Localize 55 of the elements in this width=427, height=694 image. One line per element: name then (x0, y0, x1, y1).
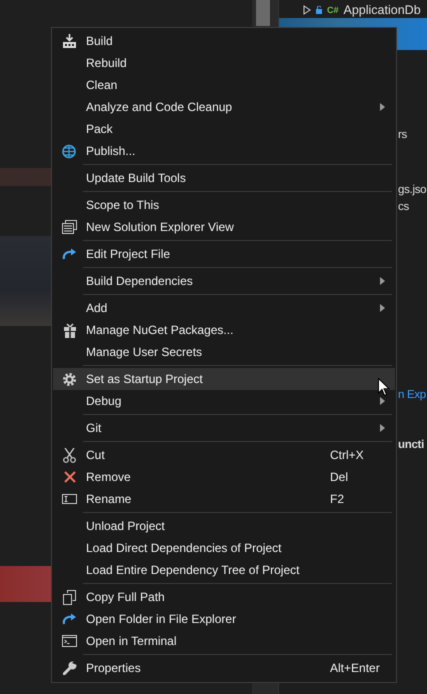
shortcut-text: Ctrl+X (330, 448, 364, 462)
terminal-icon (62, 635, 77, 647)
close-icon (64, 471, 76, 483)
menu-item[interactable]: Open Folder in File Explorer (53, 608, 395, 630)
menu-item[interactable]: Add (53, 297, 395, 319)
shortcut-text: F2 (330, 492, 344, 506)
menu-item[interactable]: Build Dependencies (53, 270, 395, 292)
menu-item[interactable]: Copy Full Path (53, 586, 395, 608)
menu-item[interactable]: Load Direct Dependencies of Project (53, 537, 395, 559)
section-heading: uncti (398, 438, 424, 453)
menu-item[interactable]: Edit Project File (53, 243, 395, 265)
window-list-icon (62, 220, 77, 234)
panel-text: gs.jso (398, 183, 426, 198)
expand-arrow-icon[interactable] (303, 4, 311, 14)
link-text[interactable]: n Exp (398, 388, 426, 403)
tree-row[interactable]: C# ApplicationDb (279, 0, 427, 18)
copy-icon (63, 590, 76, 604)
menu-item[interactable]: Properties Alt+Enter (53, 657, 395, 679)
shortcut-text: Alt+Enter (330, 661, 380, 675)
tree-item-label: ApplicationDb (344, 2, 421, 16)
mouse-pointer-icon (378, 378, 390, 397)
menu-item[interactable]: Rebuild (53, 52, 395, 74)
csharp-file-icon: C# (327, 4, 339, 14)
menu-item[interactable]: Manage User Secrets (53, 341, 395, 363)
panel-text: rs (398, 128, 407, 143)
globe-icon (62, 144, 77, 158)
menu-item[interactable]: Load Entire Dependency Tree of Project (53, 559, 395, 581)
menu-item[interactable]: Publish... (53, 140, 395, 162)
menu-item[interactable]: Scope to This (53, 194, 395, 216)
menu-item[interactable]: Git (53, 417, 395, 439)
menu-item[interactable]: Remove Del (53, 466, 395, 488)
menu-item[interactable]: Set as Startup Project (53, 368, 395, 390)
menu-item[interactable]: Build (53, 30, 395, 52)
menu-item[interactable]: Cut Ctrl+X (53, 444, 395, 466)
menu-item[interactable]: Clean (53, 74, 395, 96)
rename-icon (62, 494, 77, 504)
settings-icon (62, 372, 77, 386)
lock-icon (316, 6, 322, 14)
curved-arrow-icon (62, 613, 77, 625)
menu-item[interactable]: Rename F2 (53, 488, 395, 510)
menu-item[interactable]: Debug (53, 390, 395, 412)
menu-item[interactable]: Unload Project (53, 515, 395, 537)
build-icon (62, 34, 77, 48)
panel-text: cs (398, 200, 409, 215)
gift-icon (64, 322, 76, 338)
menu-item[interactable]: Pack (53, 118, 395, 140)
scissors-icon (63, 448, 76, 462)
menu-item[interactable]: Update Build Tools (53, 167, 395, 189)
menu-item[interactable]: Analyze and Code Cleanup (53, 96, 395, 118)
menu-item[interactable]: New Solution Explorer View (53, 216, 395, 238)
shortcut-text: Del (330, 470, 348, 484)
curved-arrow-icon (62, 248, 77, 260)
menu-item[interactable]: Open in Terminal (53, 630, 395, 652)
wrench-icon (62, 661, 76, 675)
menu-item[interactable]: Manage NuGet Packages... (53, 319, 395, 341)
